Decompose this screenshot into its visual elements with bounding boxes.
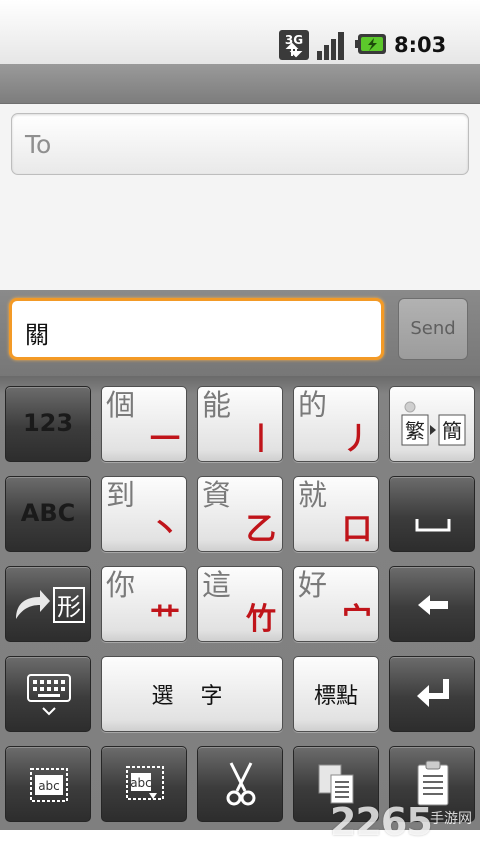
- title-bar: [0, 64, 480, 104]
- key-stroke-2[interactable]: 能 丨: [197, 386, 283, 462]
- key-stroke-8[interactable]: 這 竹: [197, 566, 283, 642]
- watermark: 2265 手游网: [330, 800, 472, 844]
- key-enter[interactable]: [389, 656, 475, 732]
- key-stroke-5[interactable]: 資 乙: [197, 476, 283, 552]
- signal-icon: [317, 32, 344, 60]
- key-select-text[interactable]: abc: [101, 746, 187, 822]
- key-stroke-3[interactable]: 的 丿: [293, 386, 379, 462]
- svg-text:簡: 簡: [442, 419, 462, 443]
- to-placeholder: To: [25, 130, 52, 159]
- status-bar: 3G 8:03 AM: [0, 0, 480, 80]
- space-icon: [415, 519, 451, 532]
- trad-simp-toggle-icon: 繁 簡: [401, 401, 466, 446]
- key-abc-mode[interactable]: ABC: [5, 476, 91, 552]
- key-select-all[interactable]: abc: [5, 746, 91, 822]
- shape-mode-icon: 形: [16, 587, 85, 623]
- cut-icon: [226, 762, 256, 806]
- enter-icon: [417, 679, 449, 707]
- svg-text:abc: abc: [38, 779, 60, 793]
- to-recipient-field[interactable]: To: [11, 113, 469, 175]
- key-123-mode[interactable]: 123: [5, 386, 91, 462]
- message-content-area: To: [0, 104, 480, 290]
- svg-text:繁: 繁: [405, 419, 425, 443]
- message-text: 關: [25, 321, 49, 349]
- key-trad-simp-toggle[interactable]: 繁 簡: [389, 386, 475, 462]
- key-stroke-6[interactable]: 就 口: [293, 476, 379, 552]
- key-stroke-1[interactable]: 個 一: [101, 386, 187, 462]
- stroke-keyboard: 123 個 一 能 丨 的 丿 繁 簡 ABC 到 丶 資 乙 就 口 形 你 …: [0, 376, 480, 830]
- battery-charging-icon: [355, 34, 386, 54]
- svg-text:abc: abc: [130, 776, 152, 790]
- key-cut[interactable]: [197, 746, 283, 822]
- key-stroke-7[interactable]: 你 艹: [101, 566, 187, 642]
- select-all-icon: abc: [30, 768, 68, 802]
- compose-bar: 關 Send: [0, 290, 480, 376]
- key-stroke-9[interactable]: 好 宀: [293, 566, 379, 642]
- backspace-arrow-icon: [418, 595, 448, 615]
- select-text-icon: abc: [126, 766, 164, 800]
- send-button[interactable]: Send: [398, 298, 468, 360]
- key-shape-mode[interactable]: 形: [5, 566, 91, 642]
- svg-text:形: 形: [57, 593, 81, 621]
- key-backspace[interactable]: [389, 566, 475, 642]
- key-space[interactable]: [389, 476, 475, 552]
- 3g-data-icon: 3G: [279, 30, 309, 60]
- key-hide-keyboard[interactable]: [5, 656, 91, 732]
- message-input[interactable]: 關: [9, 298, 384, 360]
- keyboard-hide-icon: [27, 674, 71, 716]
- key-select-character[interactable]: 選 字: [101, 656, 283, 732]
- key-punctuation[interactable]: 標點: [293, 656, 379, 732]
- key-stroke-4[interactable]: 到 丶: [101, 476, 187, 552]
